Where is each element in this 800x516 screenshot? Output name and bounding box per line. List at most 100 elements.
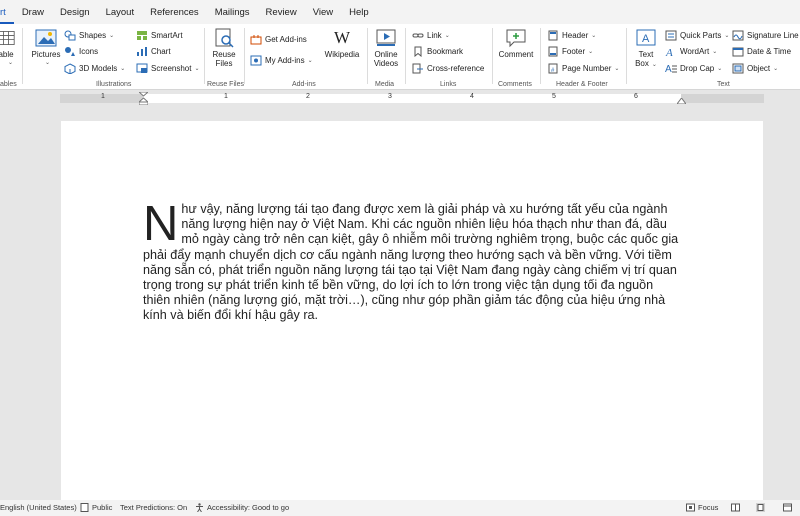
tab-references[interactable]: References	[142, 0, 207, 24]
accessibility-status[interactable]: Accessibility: Good to go	[195, 503, 289, 512]
tab-design[interactable]: Design	[52, 0, 98, 24]
link-button[interactable]: Link ⌄	[412, 28, 450, 42]
wikipedia-icon: W	[333, 28, 351, 47]
object-label: Object	[747, 63, 771, 73]
divider	[626, 28, 627, 84]
group-label-media: Media	[375, 81, 395, 88]
ruler-number: 1	[101, 93, 105, 100]
wikipedia-button[interactable]: W Wikipedia	[322, 28, 362, 59]
horizontal-ruler[interactable]: 1 1 2 3 4 5 6	[0, 90, 800, 106]
read-mode-icon	[731, 503, 740, 512]
reuse-files-label-2: Files	[215, 59, 233, 68]
tab-insert[interactable]: rt	[0, 0, 14, 24]
calendar-icon	[732, 47, 744, 56]
date-time-button[interactable]: Date & Time	[732, 44, 791, 58]
document-page[interactable]: Như vậy, năng lượng tái tạo đang được xe…	[61, 121, 763, 501]
ruler-number: 5	[552, 93, 556, 100]
link-label: Link	[427, 30, 442, 40]
comment-label: Comment	[498, 50, 534, 59]
group-label-reuse-files: Reuse Files	[207, 81, 244, 88]
chevron-down-icon: ⌄	[7, 60, 14, 66]
text-box-button[interactable]: A Text Box ⌄	[632, 28, 660, 70]
right-indent-marker-icon[interactable]	[677, 98, 686, 104]
cube-icon	[64, 62, 76, 74]
bookmark-button[interactable]: Bookmark	[412, 44, 463, 58]
object-button[interactable]: Object ⌄	[732, 61, 778, 75]
ruler-track	[60, 94, 764, 103]
web-layout-button[interactable]	[783, 503, 795, 512]
date-time-label: Date & Time	[747, 46, 792, 56]
ruler-number: 4	[470, 93, 474, 100]
read-mode-button[interactable]	[731, 503, 743, 512]
page-number-button[interactable]: # Page Number ⌄	[547, 61, 619, 75]
quick-parts-button[interactable]: Quick Parts ⌄	[665, 28, 729, 42]
focus-mode-button[interactable]: Focus	[686, 503, 718, 512]
comment-button[interactable]: Comment	[496, 28, 536, 59]
chevron-down-icon: ⌄	[444, 32, 450, 39]
paragraph: hư vậy, năng lượng tái tạo đang được xem…	[143, 202, 679, 323]
divider	[492, 28, 493, 84]
cross-reference-icon	[412, 63, 423, 73]
text-predictions-status[interactable]: Text Predictions: On	[120, 503, 187, 512]
language-status[interactable]: English (United States)	[0, 503, 77, 512]
svg-text:A: A	[642, 33, 650, 45]
header-label: Header	[562, 30, 589, 40]
online-videos-button[interactable]: Online Videos	[372, 28, 400, 68]
drop-cap-button[interactable]: A Drop Cap ⌄	[665, 61, 722, 75]
tab-review[interactable]: Review	[258, 0, 305, 24]
tab-draw[interactable]: Draw	[14, 0, 52, 24]
chevron-down-icon: ⌄	[614, 65, 620, 72]
screenshot-icon	[136, 63, 148, 73]
icons-button[interactable]: Icons	[64, 44, 98, 58]
chart-button[interactable]: Chart	[136, 44, 171, 58]
screenshot-button[interactable]: Screenshot ⌄	[136, 61, 200, 75]
shapes-button[interactable]: Shapes ⌄	[64, 28, 114, 42]
pictures-button[interactable]: Pictures ⌄	[30, 28, 62, 68]
ruler-number: 6	[634, 93, 638, 100]
drop-cap-icon: A	[665, 64, 677, 74]
cross-reference-label: Cross-reference	[427, 63, 485, 73]
chevron-down-icon: ⌄	[44, 60, 51, 66]
my-addins-button[interactable]: My Add-ins ⌄	[250, 53, 313, 67]
chevron-down-icon: ⌄	[109, 32, 115, 39]
ruler-number: 1	[224, 93, 228, 100]
tab-mailings[interactable]: Mailings	[207, 0, 258, 24]
group-label-text: Text	[717, 81, 730, 88]
pictures-icon	[35, 29, 57, 47]
table-button[interactable]: able ⌄	[0, 28, 18, 68]
header-icon	[548, 30, 558, 40]
online-videos-label: Online	[374, 50, 398, 59]
shapes-icon	[64, 30, 76, 40]
cross-reference-button[interactable]: Cross-reference	[412, 61, 484, 75]
document-icon	[80, 503, 89, 512]
reuse-files-button[interactable]: Reuse Files	[210, 28, 238, 68]
footer-button[interactable]: Footer ⌄	[547, 44, 593, 58]
divider	[367, 28, 368, 84]
wordart-button[interactable]: A WordArt ⌄	[665, 44, 717, 58]
screenshot-label: Screenshot	[151, 63, 192, 73]
document-body[interactable]: Như vậy, năng lượng tái tạo đang được xe…	[143, 200, 683, 324]
smartart-button[interactable]: SmartArt	[136, 28, 183, 42]
text-box-label: Text	[638, 50, 654, 59]
header-button[interactable]: Header ⌄	[547, 28, 596, 42]
sensitivity-status[interactable]: Public	[80, 503, 112, 512]
get-addins-button[interactable]: Get Add-ins	[250, 32, 307, 46]
addins-icon	[250, 55, 262, 65]
group-label-header-footer: Header & Footer	[556, 81, 608, 88]
signature-line-button[interactable]: Signature Line	[732, 28, 799, 42]
tab-layout[interactable]: Layout	[98, 0, 143, 24]
chevron-down-icon: ⌄	[712, 48, 718, 55]
object-icon	[732, 63, 744, 73]
chart-icon	[137, 46, 147, 56]
quick-parts-icon	[665, 30, 677, 40]
tab-view[interactable]: View	[305, 0, 341, 24]
group-label-tables: ables	[0, 81, 17, 88]
print-layout-button[interactable]	[756, 503, 768, 512]
3d-models-button[interactable]: 3D Models ⌄	[64, 61, 125, 75]
shapes-label: Shapes	[79, 30, 107, 40]
tab-help[interactable]: Help	[341, 0, 377, 24]
table-icon	[0, 31, 15, 45]
ruler-right-margin	[681, 94, 764, 103]
wikipedia-label: Wikipedia	[324, 50, 360, 59]
indent-marker-icon[interactable]	[139, 92, 148, 105]
